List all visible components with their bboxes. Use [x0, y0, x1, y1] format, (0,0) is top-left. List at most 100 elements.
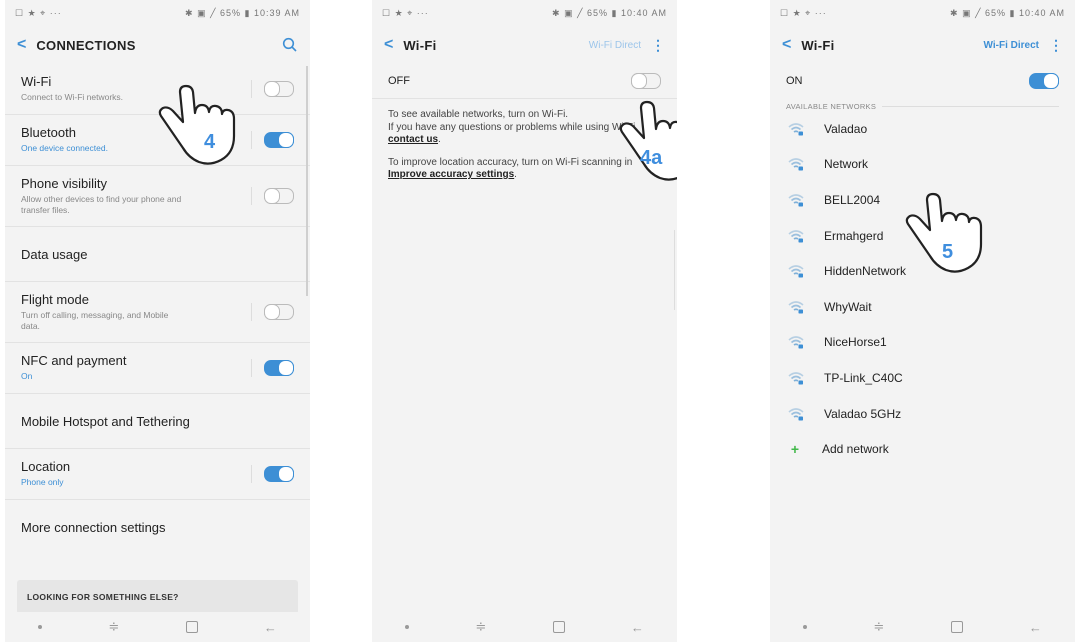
search-icon[interactable] [282, 37, 298, 53]
wifi-toggle[interactable] [631, 73, 661, 89]
setting-data-usage[interactable]: Data usage [5, 227, 310, 282]
wifi-locked-icon [788, 123, 804, 136]
status-icons-left: ☐ ★ ⌖ ··· [382, 7, 429, 18]
wifi-direct-button[interactable]: Wi-Fi Direct [589, 40, 641, 51]
status-bar: ☐ ★ ⌖ ··· ✱ ▣ ╱ 65% ▮ 10:40 AM [372, 0, 677, 26]
wifi-toggle[interactable] [264, 81, 294, 97]
looking-for-box: LOOKING FOR SOMETHING ELSE? [17, 580, 298, 614]
add-network-label: Add network [822, 442, 889, 457]
back-nav-icon[interactable]: ← [264, 620, 277, 635]
setting-location[interactable]: Location Phone only [5, 449, 310, 500]
status-bar: ☐ ★ ⌖ ··· ✱ ▣ ╱ 65% ▮ 10:39 AM [5, 0, 310, 26]
step-number: 5 [942, 241, 954, 263]
contact-us-link[interactable]: contact us [388, 134, 438, 145]
pointing-hand-icon [619, 100, 677, 181]
scrollbar[interactable] [674, 230, 675, 310]
improve-accuracy-link[interactable]: Improve accuracy settings [388, 169, 514, 180]
setting-subtitle: Turn off calling, messaging, and Mobile … [21, 310, 169, 331]
network-name: Network [824, 157, 869, 172]
network-item[interactable]: WhyWait [770, 289, 1075, 325]
home-icon[interactable] [950, 621, 963, 633]
nav-bar: ≑ ← [770, 612, 1075, 642]
phone-visibility-toggle[interactable] [264, 188, 294, 204]
scrollbar[interactable] [306, 66, 308, 296]
location-toggle[interactable] [264, 466, 294, 482]
network-name: Valadao [824, 121, 868, 136]
network-item[interactable]: Valadao [770, 111, 1075, 147]
recents-icon[interactable]: ≑ [873, 619, 884, 635]
wifi-on-screen: ☐ ★ ⌖ ··· ✱ ▣ ╱ 65% ▮ 10:40 AM < Wi-Fi W… [770, 0, 1075, 642]
home-icon[interactable] [552, 621, 565, 633]
network-name: NiceHorse1 [824, 335, 887, 350]
wifi-locked-icon [788, 229, 804, 243]
step-number: 4a [640, 147, 663, 169]
setting-flight-mode[interactable]: Flight mode Turn off calling, messaging,… [5, 282, 310, 343]
status-icons-left: ☐ ★ ⌖ ··· [15, 7, 62, 18]
app-bar: < CONNECTIONS [5, 26, 310, 64]
back-icon[interactable]: < [17, 36, 26, 54]
bluetooth-toggle[interactable] [264, 132, 294, 148]
page-title: CONNECTIONS [36, 37, 136, 53]
wifi-state-label: OFF [388, 75, 410, 87]
dot-icon [803, 625, 808, 629]
info-text: . [514, 169, 517, 180]
network-name: WhyWait [824, 299, 872, 314]
wifi-locked-icon [788, 158, 804, 171]
dot-icon [38, 625, 43, 629]
info-text: If you have any questions or problems wh… [388, 121, 639, 133]
status-icons-right: ✱ ▣ ╱ 65% ▮ 10:40 AM [552, 7, 667, 18]
wifi-locked-icon [788, 194, 804, 207]
network-item[interactable]: Valadao 5GHz [770, 396, 1075, 432]
wifi-master-switch-row[interactable]: ON [770, 64, 1075, 98]
nav-bar: ≑ ← [372, 612, 677, 642]
wifi-state-label: ON [786, 75, 803, 87]
status-bar: ☐ ★ ⌖ ··· ✱ ▣ ╱ 65% ▮ 10:40 AM [770, 0, 1075, 26]
status-icons-left: ☐ ★ ⌖ ··· [780, 7, 827, 18]
dot-icon [405, 625, 410, 629]
nav-bar: ≑ ← [5, 612, 310, 642]
step-number: 4 [204, 131, 216, 153]
network-item[interactable]: NiceHorse1 [770, 325, 1075, 361]
flight-mode-toggle[interactable] [264, 304, 294, 320]
connections-screen: ☐ ★ ⌖ ··· ✱ ▣ ╱ 65% ▮ 10:39 AM < CONNECT… [5, 0, 310, 642]
page-title: Wi-Fi [801, 37, 835, 53]
nfc-toggle[interactable] [264, 360, 294, 376]
more-options-icon[interactable]: ⋮ [1049, 37, 1063, 54]
back-icon[interactable]: < [384, 36, 393, 54]
section-header-label: AVAILABLE NETWORKS [786, 102, 877, 111]
wifi-locked-icon [788, 265, 804, 278]
setting-subtitle: Allow other devices to find your phone a… [21, 194, 182, 215]
wifi-off-screen: ☐ ★ ⌖ ··· ✱ ▣ ╱ 65% ▮ 10:40 AM < Wi-Fi W… [372, 0, 677, 642]
section-header: AVAILABLE NETWORKS [770, 102, 1075, 111]
add-icon: + [790, 441, 800, 458]
setting-more-connections[interactable]: More connection settings [5, 500, 310, 554]
back-nav-icon[interactable]: ← [631, 620, 644, 635]
network-name: Ermahgerd [824, 228, 884, 243]
add-network-item[interactable]: + Add network [770, 431, 1075, 467]
back-icon[interactable]: < [782, 36, 791, 54]
network-name: HiddenNetwork [824, 264, 907, 279]
network-item[interactable]: Network [770, 147, 1075, 183]
app-bar: < Wi-Fi Wi-Fi Direct ⋮ [770, 26, 1075, 64]
recents-icon[interactable]: ≑ [475, 619, 486, 635]
more-options-icon[interactable]: ⋮ [651, 37, 665, 54]
home-icon[interactable] [185, 621, 198, 633]
network-name: TP-Link_C40C [824, 370, 903, 385]
page-title: Wi-Fi [403, 37, 437, 53]
network-name: Valadao 5GHz [824, 406, 902, 421]
setting-title: Data usage [21, 246, 88, 262]
setting-title: Mobile Hotspot and Tethering [21, 413, 190, 429]
info-text: To improve location accuracy, turn on Wi… [388, 156, 633, 168]
wifi-locked-icon [788, 336, 804, 349]
network-item[interactable]: TP-Link_C40C [770, 360, 1075, 396]
recents-icon[interactable]: ≑ [108, 619, 119, 635]
info-text: . [438, 134, 441, 145]
app-bar: < Wi-Fi Wi-Fi Direct ⋮ [372, 26, 677, 64]
back-nav-icon[interactable]: ← [1029, 620, 1042, 635]
setting-phone-visibility[interactable]: Phone visibility Allow other devices to … [5, 166, 310, 227]
wifi-direct-button[interactable]: Wi-Fi Direct [984, 40, 1039, 51]
wifi-locked-icon [788, 300, 804, 314]
wifi-toggle[interactable] [1029, 73, 1059, 89]
setting-nfc[interactable]: NFC and payment On [5, 343, 310, 394]
setting-hotspot[interactable]: Mobile Hotspot and Tethering [5, 394, 310, 449]
